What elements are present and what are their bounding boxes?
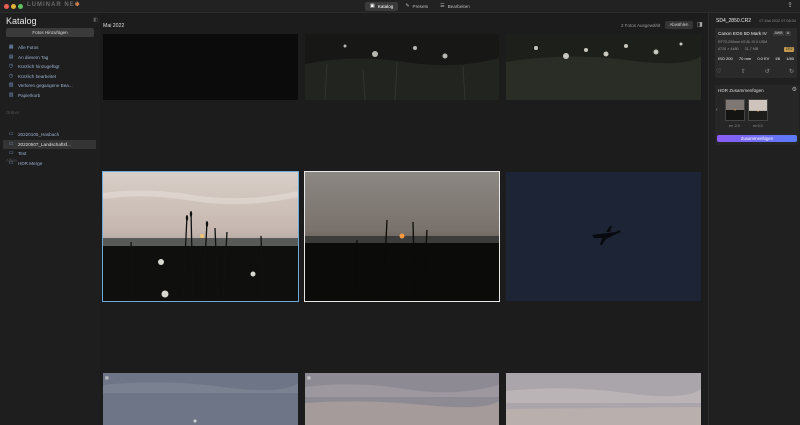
exposure-settings: ISO 200 70 mm 0.0 EV f/8 1/80 <box>718 56 794 61</box>
sidebar-item-label: Alle Fotos <box>18 45 39 51</box>
hdr-title: HDR Zusammenfügen <box>718 88 764 93</box>
file-extension-badge: CR2 <box>784 47 794 52</box>
sidebar-item-lost-edits[interactable]: ▧ Verloren gegangene Bea... <box>8 81 96 91</box>
selection-count: 2 Fotos Ausgewählt <box>621 23 661 28</box>
photo-thumbnail[interactable]: ▦ <box>305 373 499 425</box>
folder-icon: ▭ <box>8 132 14 138</box>
tab-label: Katalog <box>377 4 394 9</box>
clock-icon: ◷ <box>8 73 14 79</box>
toggle-panel-icon[interactable]: ◨ <box>697 21 703 29</box>
tab-bearbeiten[interactable]: ☰ Bearbeiten <box>435 2 475 11</box>
tab-katalog[interactable]: ▣ Katalog <box>365 2 399 11</box>
photo-thumbnail[interactable] <box>506 373 701 425</box>
merge-button[interactable]: Zusammenfügen <box>717 135 797 142</box>
photo-thumbnail[interactable] <box>305 34 499 100</box>
folder-label: 20220507_Landschaftsf... <box>18 141 71 147</box>
sidebar-item-on-this-day[interactable]: ▤ An diesem Tag <box>8 53 96 63</box>
sidebar-shortcuts: ▦ Alle Fotos ▤ An diesem Tag ◷ Kürzlich … <box>8 43 96 100</box>
sidebar-item-label: An diesem Tag <box>18 54 49 60</box>
photo-actions: ♡ ⇧ ↺ ↻ <box>716 68 794 75</box>
file-specs: 6720 × 4480 31,7 MB <box>718 47 758 51</box>
photo-thumbnail[interactable] <box>506 34 701 100</box>
add-photos-button[interactable]: Fotos Hinzufügen <box>6 28 94 37</box>
sidebar-title: Katalog <box>6 16 37 26</box>
folder-icon: ▭ <box>8 151 14 157</box>
folder-icon: ▭ <box>8 141 14 147</box>
photo-thumbnail[interactable] <box>103 34 298 100</box>
folder-label: Test <box>18 151 27 157</box>
minimize-window-button[interactable] <box>11 4 16 9</box>
lens-model: EF70-200mm f/2.8L IS II USM <box>718 40 768 44</box>
heart-icon[interactable]: ♡ <box>716 68 721 75</box>
sidebar-item-recently-edited[interactable]: ◷ Kürzlich bearbeitet <box>8 72 96 82</box>
white-balance-badge: AWB <box>773 31 785 36</box>
trash-icon: ▥ <box>8 92 14 98</box>
photo-thumbnail-selected[interactable] <box>102 171 299 302</box>
edit-icon: ☰ <box>440 3 445 9</box>
title-bar: LUMINAR NEO ✦ ▣ Katalog ✎ Presets ☰ Bear… <box>0 0 800 13</box>
edited-badge-icon: ▦ <box>105 375 109 380</box>
gear-icon[interactable]: ⚙ <box>792 87 797 93</box>
sidebar-item-all-photos[interactable]: ▦ Alle Fotos <box>8 43 96 53</box>
flash-off-icon: ⊘ <box>785 31 792 36</box>
calendar-icon: ▤ <box>8 54 14 60</box>
sparkle-icon[interactable]: ✦ <box>74 1 81 9</box>
tab-label: Presets <box>412 4 429 9</box>
sidebar-item-label: Papierkorb <box>18 92 41 98</box>
catalog-icon: ▣ <box>370 3 375 9</box>
rotate-left-icon[interactable]: ↺ <box>765 68 770 75</box>
ev-label-right: ev 0.0 <box>753 124 763 128</box>
folder-item-selected[interactable]: ▭ 20220507_Landschaftsf... <box>3 139 96 149</box>
photo-grid: ▦ ▦ Mai 2022 2 Fotos Ausgewählt Abwählen… <box>100 13 708 425</box>
tab-label: Bearbeiten <box>447 4 470 9</box>
rotate-right-icon[interactable]: ↻ <box>789 68 794 75</box>
mode-tabs: ▣ Katalog ✎ Presets ☰ Bearbeiten <box>365 2 475 11</box>
albums-section-label: Alben <box>6 158 17 163</box>
hdr-merge-panel: HDR Zusammenfügen ⚙ ‹ ev -2.0 ev 0.0 Zus… <box>715 85 799 145</box>
details-panel: SD4_2850.CR2 07 Mai 2022 07:08:34 Canon … <box>708 13 800 425</box>
edited-badge-icon: ▦ <box>307 375 311 380</box>
lost-icon: ▧ <box>8 83 14 89</box>
sidebar-item-recently-added[interactable]: ◷ Kürzlich hinzugefügt <box>8 62 96 72</box>
folder-item[interactable]: ▭ 20220105_Hasbach <box>3 130 96 140</box>
zoom-window-button[interactable] <box>18 4 23 9</box>
photo-thumbnail-selected[interactable] <box>304 171 500 302</box>
month-header: Mai 2022 <box>103 23 125 29</box>
sidebar-item-trash[interactable]: ▥ Papierkorb <box>8 91 96 101</box>
collapse-sidebar-icon[interactable]: ◧ <box>93 17 98 23</box>
clock-icon: ◷ <box>8 64 14 70</box>
image-dimensions: 6720 × 4480 <box>718 47 739 51</box>
sidebar-item-label: Verloren gegangene Bea... <box>18 83 73 89</box>
exposure-value: 0.0 EV <box>757 56 770 61</box>
close-window-button[interactable] <box>4 4 9 9</box>
focal-length: 70 mm <box>738 56 752 61</box>
camera-model: Canon EOS 5D Mark IV <box>718 31 767 36</box>
ev-label-left: ev -2.0 <box>729 124 740 128</box>
hdr-source-thumbnail[interactable] <box>725 99 745 121</box>
sidebar-item-label: Kürzlich bearbeitet <box>18 73 57 79</box>
share-icon[interactable]: ⇧ <box>741 68 746 75</box>
catalog-sidebar: Katalog ◧ Fotos Hinzufügen ▦ Alle Fotos … <box>0 13 100 425</box>
photo-thumbnail[interactable]: ▦ <box>103 373 298 425</box>
app-brand: LUMINAR NEO <box>27 2 81 8</box>
folders-section-label: Ordner <box>6 110 20 115</box>
chevron-left-icon[interactable]: ‹ <box>716 107 718 113</box>
hdr-source-thumbnail[interactable] <box>748 99 768 121</box>
iso-value: ISO 200 <box>718 56 733 61</box>
export-icon[interactable]: ⇪ <box>787 2 793 10</box>
photos-icon: ▦ <box>8 45 14 51</box>
sidebar-item-label: Kürzlich hinzugefügt <box>18 64 60 70</box>
tab-presets[interactable]: ✎ Presets <box>400 2 433 11</box>
shutter-speed: 1/80 <box>786 56 794 61</box>
presets-icon: ✎ <box>405 3 410 9</box>
aperture-value: f/8 <box>775 56 780 61</box>
file-date: 07 Mai 2022 07:08:34 <box>759 19 796 23</box>
deselect-button[interactable]: Abwählen <box>665 21 693 29</box>
folder-label: HDR Merge <box>18 160 43 166</box>
folder-label: 20220105_Hasbach <box>18 132 60 138</box>
photo-thumbnail[interactable] <box>506 172 701 301</box>
file-name: SD4_2850.CR2 <box>716 18 752 24</box>
file-size: 31,7 MB <box>744 47 759 51</box>
